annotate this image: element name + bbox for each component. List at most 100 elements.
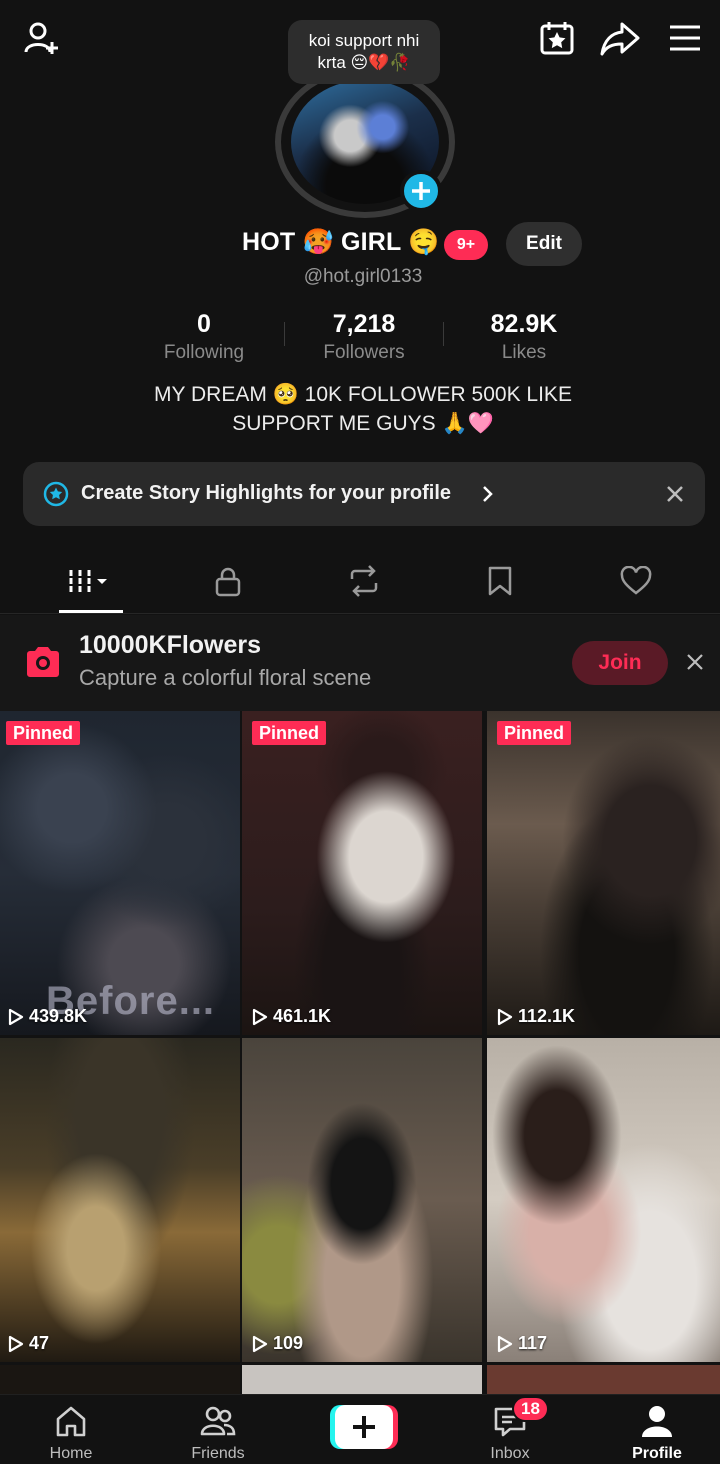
play-icon (252, 1335, 268, 1352)
video-tile[interactable]: 109 (242, 1038, 482, 1362)
stat-following[interactable]: 0 Following (124, 308, 284, 366)
nav-home-label: Home (49, 1445, 93, 1462)
pinned-badge: Pinned (497, 721, 572, 745)
followers-count: 7,218 (332, 310, 396, 338)
bio: MY DREAM 🥺 10K FOLLOWER 500K LIKE SUPPOR… (0, 380, 720, 438)
challenge-subtitle: Capture a colorful floral scene (79, 665, 372, 690)
tab-videos[interactable] (19, 548, 163, 614)
bio-text: MY DREAM 🥺 10K FOLLOWER 500K LIKE SUPPOR… (154, 383, 572, 435)
tab-favorites[interactable] (428, 548, 572, 614)
view-count: 47 (8, 1333, 49, 1354)
profile-page: koi support nhi krta 😔💔🥀 HOT 🥵 GIRL 🤤 9+… (0, 0, 720, 1464)
tab-reposts[interactable] (292, 548, 436, 614)
bottom-nav: Home Friends Inbox Profile (0, 1394, 720, 1464)
video-tile[interactable] (487, 1365, 720, 1395)
stats-row: 0 Following 7,218 Followers 82.9K Likes (0, 308, 720, 368)
view-count-value: 47 (29, 1333, 50, 1353)
video-thumbnail (0, 1038, 240, 1362)
pinned-badge: Pinned (6, 721, 81, 745)
highlights-text: Create Story Highlights for your profile (81, 482, 452, 504)
following-count: 0 (197, 310, 211, 338)
video-tile[interactable]: Pinned Before... 439.8K (0, 711, 240, 1035)
join-button[interactable]: Join (572, 641, 668, 685)
nav-profile-label: Profile (632, 1445, 682, 1462)
view-count-value: 117 (518, 1333, 548, 1353)
video-tile[interactable]: 117 (487, 1038, 720, 1362)
challenge-banner[interactable]: 10000KFlowers Capture a colorful floral … (0, 615, 720, 711)
view-count: 109 (252, 1333, 303, 1354)
bookmark-icon (488, 566, 512, 596)
name-row: HOT 🥵 GIRL 🤤 9+ Edit (0, 222, 720, 268)
add-friend-icon[interactable] (20, 16, 64, 60)
nav-inbox[interactable]: Inbox (450, 1403, 570, 1463)
tab-private[interactable] (156, 548, 300, 614)
video-thumbnail (487, 711, 720, 1035)
tooltip-text: koi support nhi krta 😔💔🥀 (308, 31, 420, 72)
followers-label: Followers (323, 342, 405, 363)
edit-profile-button[interactable]: Edit (506, 222, 582, 266)
view-count-value: 112.1K (518, 1006, 576, 1026)
video-tile[interactable] (242, 1365, 482, 1395)
heart-icon (620, 566, 652, 595)
play-icon (252, 1008, 268, 1025)
view-count: 112.1K (497, 1006, 575, 1027)
nav-friends[interactable]: Friends (158, 1403, 278, 1463)
active-tab-indicator (59, 610, 123, 613)
video-tile[interactable] (0, 1365, 240, 1395)
video-grid: Pinned Before... 439.8K Pinned 461.1K Pi… (0, 711, 720, 1395)
story-highlights-banner[interactable]: Create Story Highlights for your profile (23, 462, 705, 526)
view-count: 117 (497, 1333, 547, 1354)
username: @hot.girl0133 (303, 266, 423, 287)
inbox-badge: 18 (512, 1396, 549, 1422)
create-button[interactable] (330, 1405, 398, 1449)
video-tile[interactable]: 47 (0, 1038, 240, 1362)
grid-videos-icon (69, 570, 107, 592)
stat-followers[interactable]: 7,218 Followers (284, 308, 444, 366)
nav-inbox-label: Inbox (490, 1445, 530, 1462)
close-icon (687, 654, 703, 670)
close-challenge-button[interactable] (682, 649, 708, 675)
camera-icon (27, 647, 59, 677)
calendar-star-icon[interactable] (535, 16, 579, 60)
following-label: Following (163, 342, 245, 363)
nav-profile[interactable]: Profile (597, 1403, 717, 1463)
view-count-value: 439.8K (29, 1006, 88, 1026)
nav-friends-label: Friends (191, 1445, 245, 1462)
view-count-value: 109 (273, 1333, 304, 1353)
chevron-right-icon (483, 486, 493, 502)
play-icon (8, 1335, 24, 1352)
stat-likes[interactable]: 82.9K Likes (444, 308, 604, 366)
note-tooltip[interactable]: koi support nhi krta 😔💔🥀 (288, 20, 440, 84)
view-count-value: 461.1K (273, 1006, 332, 1026)
share-icon[interactable] (598, 16, 642, 60)
friends-icon (200, 1406, 236, 1436)
play-icon (497, 1335, 513, 1352)
video-thumbnail (242, 711, 482, 1035)
close-icon (667, 486, 683, 502)
pinned-badge: Pinned (252, 721, 327, 745)
home-icon (56, 1406, 86, 1437)
lock-icon (215, 567, 241, 597)
menu-icon[interactable] (663, 16, 707, 60)
highlight-star-icon (43, 481, 69, 507)
play-icon (497, 1008, 513, 1025)
likes-count: 82.9K (490, 310, 558, 338)
nav-home[interactable]: Home (11, 1403, 131, 1463)
video-tile[interactable]: Pinned 112.1K (487, 711, 720, 1035)
video-thumbnail (487, 1038, 720, 1362)
content-tabs (0, 548, 720, 614)
view-count: 439.8K (8, 1006, 87, 1027)
repost-icon (350, 565, 378, 597)
challenge-title: 10000KFlowers (79, 631, 262, 659)
plus-icon (412, 182, 430, 200)
likes-label: Likes (501, 342, 547, 363)
play-icon (8, 1008, 24, 1025)
close-highlights-button[interactable] (661, 480, 689, 508)
notification-badge[interactable]: 9+ (444, 230, 488, 260)
view-count: 461.1K (252, 1006, 331, 1027)
video-thumbnail (242, 1038, 482, 1362)
display-name: HOT 🥵 GIRL 🤤 (242, 228, 440, 256)
tab-liked[interactable] (564, 548, 708, 614)
add-story-button[interactable] (400, 170, 442, 212)
video-tile[interactable]: Pinned 461.1K (242, 711, 482, 1035)
